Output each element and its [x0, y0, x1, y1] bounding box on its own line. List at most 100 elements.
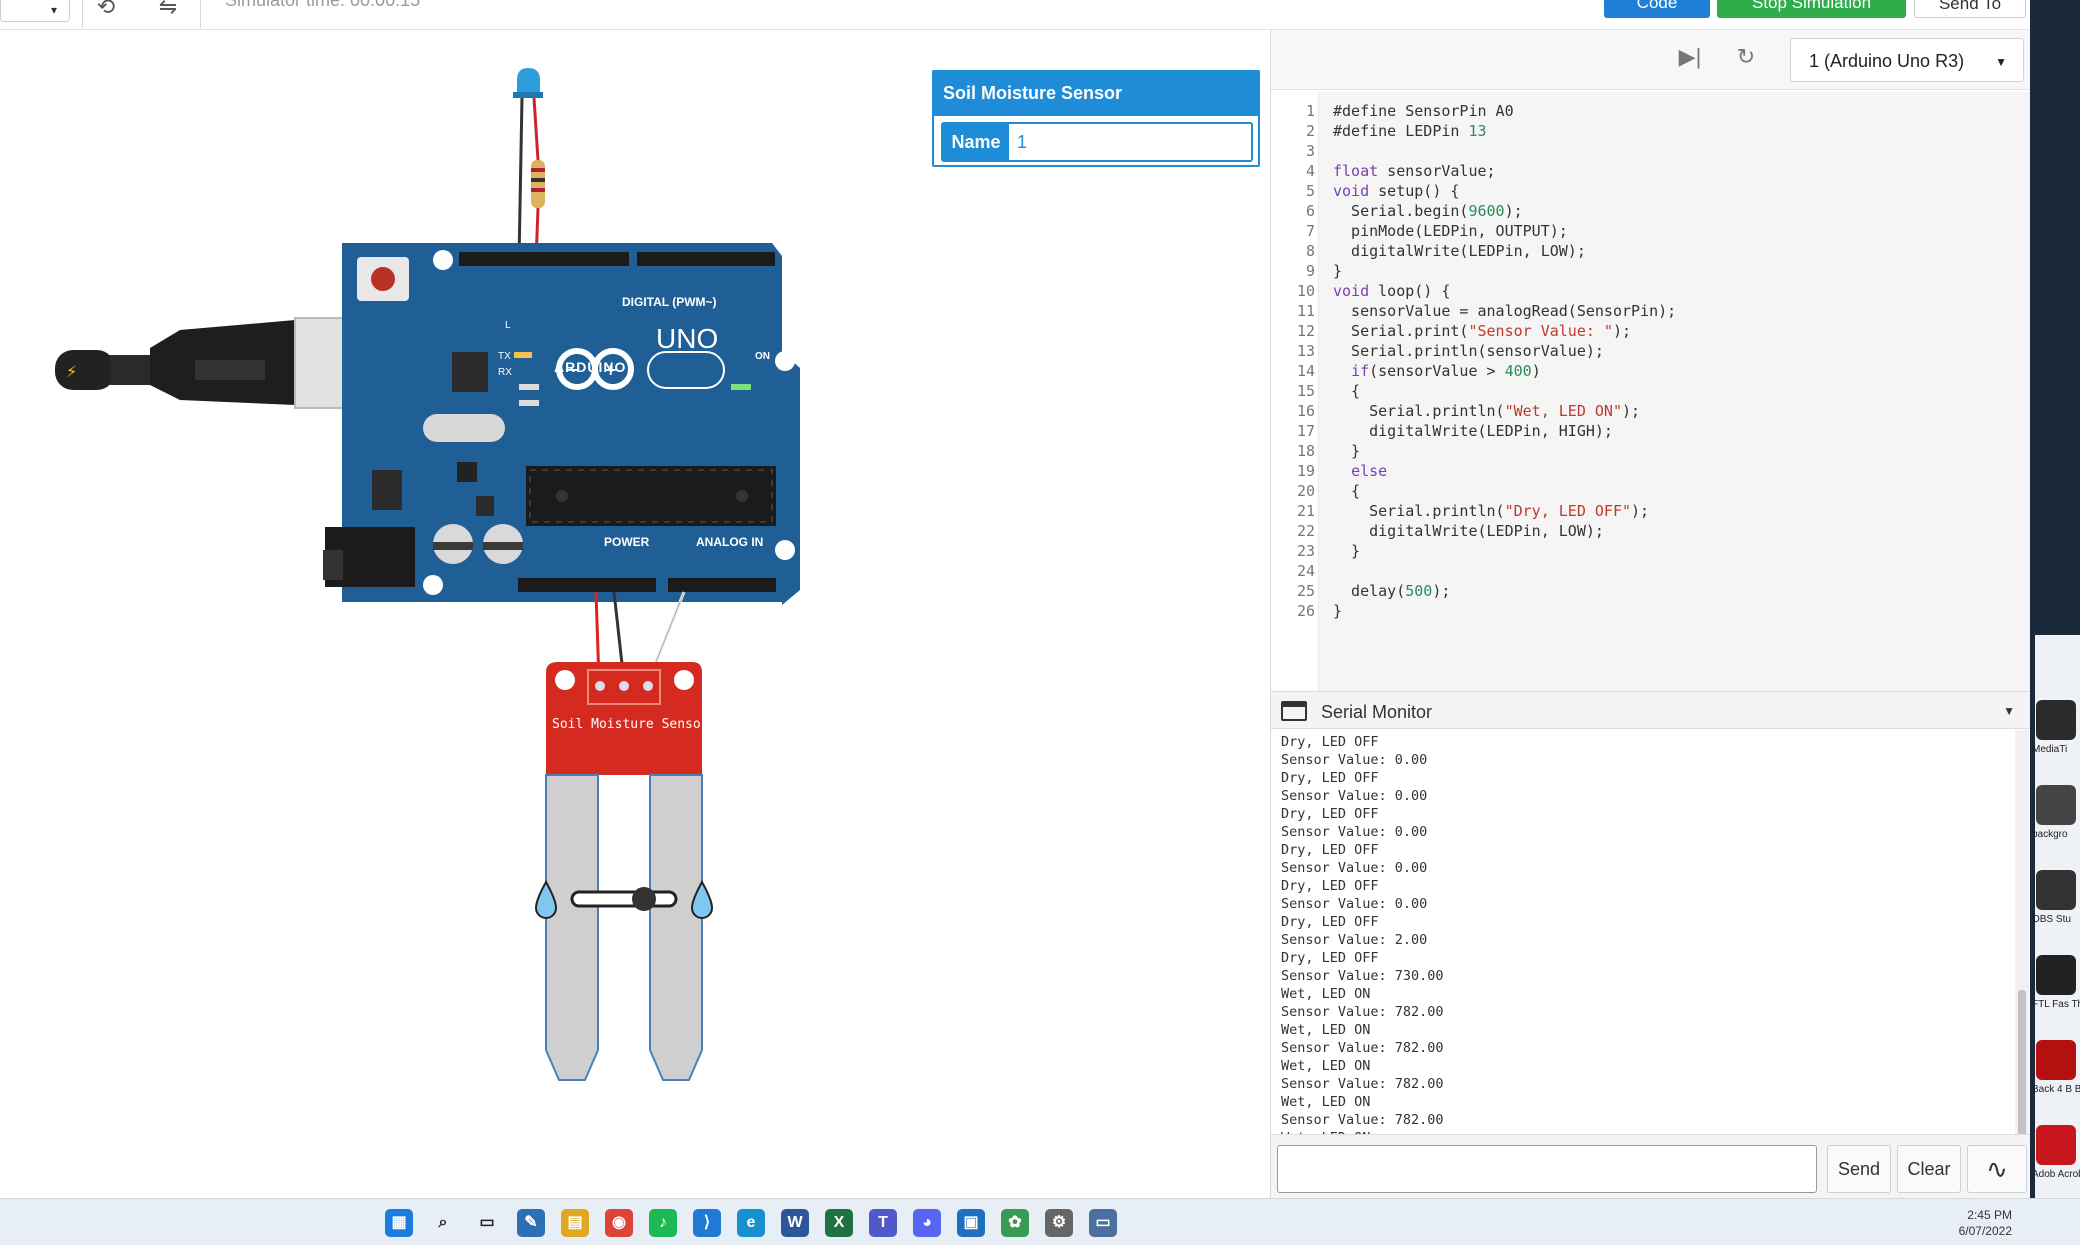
serial-line: Sensor Value: 730.00	[1281, 968, 1444, 984]
folder-icon[interactable]: ▤	[561, 1209, 589, 1237]
step-icon[interactable]: ▶|	[1675, 44, 1705, 74]
serial-line: Sensor Value: 782.00	[1281, 1040, 1444, 1056]
line-number: 22	[1296, 522, 1315, 540]
name-label: Name	[943, 124, 1009, 160]
uno-label: UNO	[656, 323, 719, 354]
code-line: }	[1333, 262, 1343, 280]
line-number: 9	[1305, 262, 1315, 280]
app-window: ▾ ⟲ ⇋ Simulator time: 00:00:15 Code Stop…	[0, 0, 2080, 1245]
serial-monitor-header[interactable]: Serial Monitor ▼	[1271, 691, 2031, 729]
serial-line: Dry, LED OFF	[1281, 806, 1379, 822]
code-button[interactable]: Code	[1604, 0, 1710, 18]
desktop-shortcut-icon[interactable]	[2036, 955, 2076, 995]
teams-icon[interactable]: T	[869, 1209, 897, 1237]
circuit-diagram: ⚡ − +	[55, 68, 800, 1081]
component-inspector: Soil Moisture Sensor Name 1	[932, 70, 1260, 167]
view-dropdown[interactable]: ▾	[0, 0, 70, 22]
board-select[interactable]: 1 (Arduino Uno R3) ▼	[1790, 38, 2024, 82]
desktop-shortcut-label: MediaTi	[2032, 744, 2068, 755]
code-editor[interactable]: 1 2 3 4 5 6 7 8 9 10 11 12 13 14 15 16 17 18 19 20 21 22 23 24 2…	[1271, 92, 2031, 692]
clear-label: Clear	[1907, 1159, 1951, 1179]
serial-line: Dry, LED OFF	[1281, 950, 1379, 966]
line-number: 2	[1305, 122, 1315, 140]
clear-button[interactable]: Clear	[1897, 1145, 1961, 1193]
rotate-icon[interactable]: ⟲	[88, 0, 124, 24]
discord-icon[interactable]: ◕	[913, 1209, 941, 1237]
word-icon[interactable]: W	[781, 1209, 809, 1237]
line-number: 20	[1296, 482, 1315, 500]
serial-monitor-icon	[1281, 701, 1307, 721]
restart-icon[interactable]: ↻	[1731, 44, 1761, 74]
photos-icon[interactable]: ✿	[1001, 1209, 1029, 1237]
line-number: 13	[1296, 342, 1315, 360]
desktop-shortcut-icon[interactable]	[2036, 870, 2076, 910]
name-field[interactable]: Name 1	[941, 122, 1253, 162]
line-number: 4	[1305, 162, 1315, 180]
vscode-icon[interactable]: ⟩	[693, 1209, 721, 1237]
line-number: 8	[1305, 242, 1315, 260]
serial-line: Sensor Value: 0.00	[1281, 896, 1428, 912]
board-select-value: 1 (Arduino Uno R3)	[1809, 51, 1965, 71]
toolbar-divider	[200, 0, 201, 28]
arduino-board[interactable]: − +	[323, 243, 800, 605]
spotify-icon[interactable]: ♪	[649, 1209, 677, 1237]
line-number: 17	[1296, 422, 1315, 440]
send-label: Send	[1837, 1159, 1881, 1179]
desktop-background: MediaTi backgro OBS Stu FTL Fas Than Li Back…	[2030, 0, 2080, 1198]
notepad-icon[interactable]: ✎	[517, 1209, 545, 1237]
code-line: digitalWrite(LEDPin, LOW);	[1333, 242, 1586, 260]
excel-icon[interactable]: X	[825, 1209, 853, 1237]
desktop-shortcut-label: backgro	[2032, 829, 2068, 840]
chrome-icon[interactable]: ◉	[605, 1209, 633, 1237]
graph-toggle-button[interactable]: ∿	[1967, 1145, 2027, 1193]
line-number: 12	[1296, 322, 1315, 340]
serial-input[interactable]	[1277, 1145, 1817, 1193]
desktop-shortcut-icon[interactable]	[2036, 1040, 2076, 1080]
remote-desktop-icon[interactable]: ▣	[957, 1209, 985, 1237]
line-number: 15	[1296, 382, 1315, 400]
scrollbar-thumb[interactable]	[2018, 990, 2026, 1140]
monitor-icon[interactable]: ▭	[1089, 1209, 1117, 1237]
file-manager-icon[interactable]: ▭	[473, 1209, 501, 1237]
send-button[interactable]: Send	[1827, 1145, 1891, 1193]
toolbar-divider	[82, 0, 83, 28]
code-line: void setup() {	[1333, 182, 1460, 200]
line-number: 16	[1296, 402, 1315, 420]
search-icon[interactable]: ⌕	[429, 1209, 457, 1237]
chevron-down-icon: ▼	[1995, 55, 2007, 69]
line-number: 14	[1296, 362, 1315, 380]
windows-start-icon[interactable]: ▦	[385, 1209, 413, 1237]
flip-icon[interactable]: ⇋	[150, 0, 186, 24]
edge-icon[interactable]: e	[737, 1209, 765, 1237]
name-value[interactable]: 1	[1017, 124, 1027, 160]
settings-icon[interactable]: ⚙	[1045, 1209, 1073, 1237]
inspector-title: Soil Moisture Sensor	[934, 72, 1258, 116]
chevron-down-icon[interactable]: ▼	[2003, 704, 2015, 718]
clock-time: 2:45 PM	[1967, 1208, 2012, 1222]
serial-line: Dry, LED OFF	[1281, 770, 1379, 786]
code-line: Serial.print("Sensor Value: ");	[1333, 322, 1632, 340]
circuit-canvas[interactable]: ⚡ − + ARDUINO UNO DIGITAL (PWM~) POWER A…	[0, 30, 1270, 1198]
line-number: 21	[1296, 502, 1315, 520]
desktop-shortcut-icon[interactable]	[2036, 700, 2076, 740]
svg-text:⚡: ⚡	[66, 362, 77, 381]
serial-scrollbar[interactable]	[2015, 730, 2029, 1160]
code-line: Serial.begin(9600);	[1333, 202, 1523, 220]
serial-line: Dry, LED OFF	[1281, 842, 1379, 858]
desktop-shortcut-label: OBS Stu	[2032, 914, 2071, 925]
stop-simulation-button[interactable]: Stop Simulation	[1717, 0, 1906, 18]
line-number: 19	[1296, 462, 1315, 480]
sensor-board-label: Soil Moisture Sensor	[552, 717, 709, 732]
top-toolbar: ▾ ⟲ ⇋ Simulator time: 00:00:15 Code Stop…	[0, 0, 2030, 30]
code-line: delay(500);	[1333, 582, 1451, 600]
simulator-time: Simulator time: 00:00:15	[225, 0, 421, 10]
line-number: 5	[1305, 182, 1315, 200]
line-number: 3	[1305, 142, 1315, 160]
desktop-shortcut-icon[interactable]	[2036, 1125, 2076, 1165]
send-to-button[interactable]: Send To	[1914, 0, 2026, 18]
desktop-shortcut-label: FTL Fas Than Li	[2032, 999, 2080, 1010]
desktop-shortcut-label: Adob Acrobat	[2032, 1169, 2080, 1180]
code-line: Serial.println(sensorValue);	[1333, 342, 1604, 360]
system-clock[interactable]: 2:45 PM 6/07/2022	[1959, 1207, 2012, 1239]
desktop-shortcut-icon[interactable]	[2036, 785, 2076, 825]
